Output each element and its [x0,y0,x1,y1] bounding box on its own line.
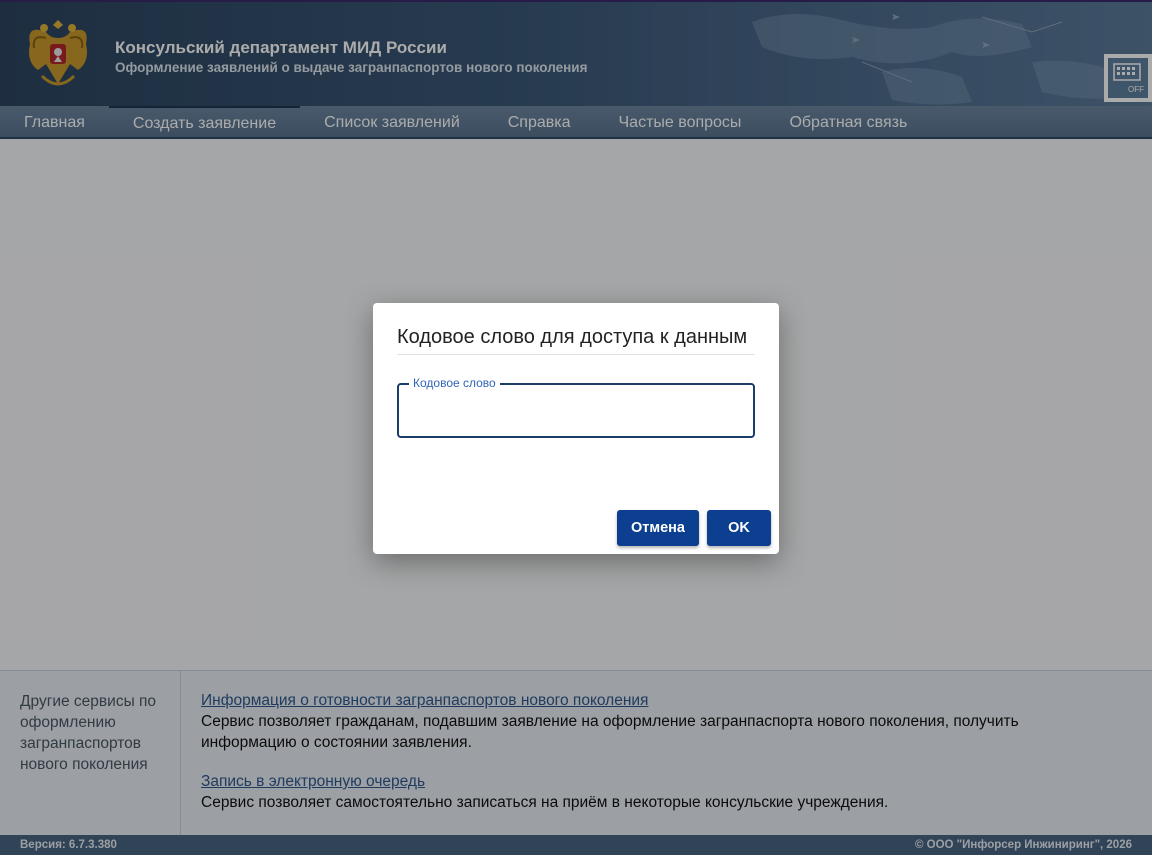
codeword-field: Кодовое слово [397,376,755,438]
codeword-input[interactable] [399,385,753,436]
dialog-title: Кодовое слово для доступа к данным [397,326,755,355]
codeword-dialog: Кодовое слово для доступа к данным Кодов… [373,303,779,554]
cancel-button[interactable]: Отмена [617,510,699,546]
ok-button[interactable]: OK [707,510,771,546]
codeword-field-label: Кодовое слово [409,376,500,390]
